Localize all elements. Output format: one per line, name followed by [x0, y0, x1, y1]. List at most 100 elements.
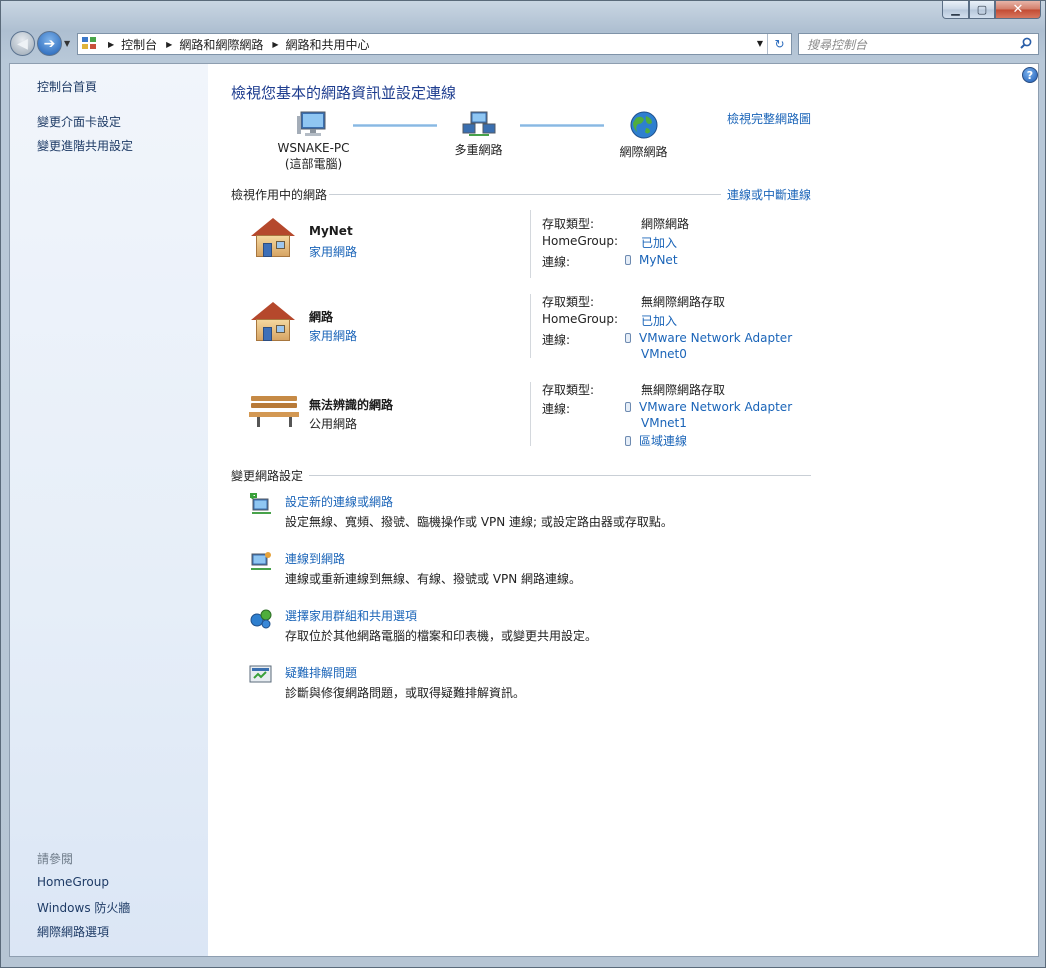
connection-link[interactable]: VMware Network Adapter: [625, 331, 792, 345]
home-network-icon[interactable]: [249, 300, 297, 344]
breadcrumb-label: 控制台: [121, 37, 158, 52]
network-icon: [462, 111, 495, 136]
divider: [530, 210, 531, 278]
troubleshoot-icon[interactable]: [249, 664, 273, 686]
search-input[interactable]: 搜尋控制台: [798, 33, 1039, 55]
internet-label: 網際網路: [619, 145, 668, 159]
local-area-connection-link[interactable]: 區域連線: [625, 432, 687, 449]
see-also-windows-firewall[interactable]: Windows 防火牆: [37, 899, 130, 916]
left-pane: 控制台首頁 變更介面卡設定 變更進階共用設定 請參閱 HomeGroup Win…: [10, 64, 208, 956]
network-mynet: MyNet 家用網路 存取類型: 網際網路 HomeGroup: 已加入 連線:…: [231, 210, 811, 290]
pc-name: WSNAKE-PC: [277, 141, 350, 155]
new-connection-icon[interactable]: [249, 493, 273, 515]
sidebar-item-change-advanced-sharing[interactable]: 變更進階共用設定: [37, 137, 133, 154]
maximize-icon: ▢: [976, 3, 988, 16]
task-description: 存取位於其他網路電腦的檔案和印表機，或變更共用設定。: [285, 629, 598, 643]
homegroup-link[interactable]: 已加入: [641, 234, 677, 251]
minimize-button[interactable]: ▁: [942, 1, 969, 19]
map-node-this-pc: WSNAKE-PC (這部電腦): [276, 110, 351, 172]
refresh-button[interactable]: ↻: [767, 34, 791, 54]
divider: [530, 382, 531, 446]
maximize-button[interactable]: ▢: [969, 1, 995, 19]
network-unidentified: 無法辨識的網路 公用網路 存取類型: 無網際網路存取 連線: VMware Ne…: [231, 376, 811, 466]
connection-label: 連線:: [542, 402, 571, 416]
forward-button[interactable]: ➔: [37, 31, 62, 56]
connection-icon: [625, 255, 631, 265]
change-settings-header: 變更網路設定: [231, 467, 811, 484]
connection-name-line2[interactable]: VMnet0: [641, 347, 687, 361]
section-title: 變更網路設定: [231, 469, 304, 483]
connection-icon: [625, 402, 631, 412]
see-also-homegroup[interactable]: HomeGroup: [37, 875, 109, 889]
connection-name-line2[interactable]: VMnet1: [641, 416, 687, 430]
search-icon[interactable]: [1020, 37, 1032, 49]
task-link[interactable]: 設定新的連線或網路: [285, 493, 393, 510]
breadcrumb-label: 網路和網際網路: [179, 37, 264, 52]
map-link-line: [353, 124, 437, 127]
task-link[interactable]: 選擇家用群組和共用選項: [285, 607, 417, 624]
home-network-icon[interactable]: [249, 216, 297, 260]
breadcrumb-separator-icon[interactable]: ▶: [108, 40, 114, 49]
network-name: MyNet: [309, 224, 353, 238]
connection-name: VMware Network Adapter: [639, 331, 793, 345]
connection-label: 連線:: [542, 333, 571, 347]
see-also-heading: 請參閱: [37, 852, 74, 866]
connect-disconnect-link[interactable]: 連線或中斷連線: [727, 186, 811, 203]
caption-buttons: ▁ ▢ ✕: [942, 1, 1041, 19]
divider: [309, 475, 811, 476]
connect-network-icon[interactable]: [249, 550, 273, 572]
connection-name: VMware Network Adapter: [639, 400, 793, 414]
task-description: 連線或重新連線到無線、有線、撥號或 VPN 網路連線。: [285, 572, 582, 586]
task-link[interactable]: 連線到網路: [285, 550, 345, 567]
homegroup-icon[interactable]: [249, 607, 273, 629]
access-type-label: 存取類型:: [542, 295, 595, 309]
homegroup-link[interactable]: 已加入: [641, 312, 677, 329]
close-icon: ✕: [1012, 2, 1024, 17]
access-type-label: 存取類型:: [542, 383, 595, 397]
map-node-internet[interactable]: 網際網路: [611, 110, 676, 160]
back-button[interactable]: ◀: [10, 31, 35, 56]
network-label: 多重網路: [454, 143, 503, 157]
breadcrumb-network-sharing-center[interactable]: 網路和共用中心: [286, 36, 370, 53]
recent-pages-dropdown-icon[interactable]: ▼: [64, 39, 70, 48]
task-description: 設定無線、寬頻、撥號、臨機操作或 VPN 連線; 或設定路由器或存取點。: [285, 515, 673, 529]
connection-link[interactable]: VMware Network Adapter: [625, 400, 792, 414]
access-type-value: 無網際網路存取: [641, 295, 726, 309]
access-type-label: 存取類型:: [542, 217, 595, 231]
title-bar: ▁ ▢ ✕: [1, 1, 1045, 23]
view-full-map-link[interactable]: 檢視完整網路圖: [727, 110, 811, 127]
close-button[interactable]: ✕: [995, 1, 1041, 19]
connection-link[interactable]: MyNet: [625, 253, 678, 267]
globe-icon: [630, 111, 657, 139]
network-name: 網路: [309, 310, 334, 324]
homegroup-label: HomeGroup:: [542, 234, 619, 248]
network-network: 網路 家用網路 存取類型: 無網際網路存取 HomeGroup: 已加入 連線:…: [231, 288, 811, 368]
page-title: 檢視您基本的網路資訊並設定連線: [231, 84, 457, 102]
breadcrumb-label: 網路和共用中心: [285, 37, 370, 52]
computer-icon: [296, 111, 325, 136]
network-category-link[interactable]: 家用網路: [309, 243, 357, 260]
task-description: 診斷與修復網路問題，或取得疑難排解資訊。: [285, 686, 526, 700]
navigation-bar: ◀ ➔ ▼ ▶ 控制台 ▶ 網路和網際網路 ▶ 網路和共用中心 ▼ ↻ 搜尋控制台: [1, 29, 1045, 59]
network-name: 無法辨識的網路: [309, 398, 394, 412]
sidebar-item-change-adapter-settings[interactable]: 變更介面卡設定: [37, 113, 121, 130]
network-category-link[interactable]: 家用網路: [309, 327, 357, 344]
address-bar[interactable]: ▶ 控制台 ▶ 網路和網際網路 ▶ 網路和共用中心 ▼ ↻: [77, 33, 792, 55]
see-also-internet-options[interactable]: 網際網路選項: [37, 923, 109, 940]
control-panel-icon: [82, 37, 98, 51]
public-network-bench-icon[interactable]: [249, 388, 299, 428]
divider: [329, 194, 721, 195]
connection-label: 連線:: [542, 255, 571, 269]
breadcrumb-network-internet[interactable]: 網路和網際網路 ▶: [179, 36, 285, 53]
network-category[interactable]: 公用網路: [309, 415, 357, 432]
breadcrumb-separator-icon[interactable]: ▶: [166, 40, 172, 49]
breadcrumb-control-panel[interactable]: 控制台 ▶: [121, 36, 179, 53]
connection-icon: [625, 333, 631, 343]
task-link[interactable]: 疑難排解問題: [285, 664, 357, 681]
back-arrow-icon: ◀: [17, 35, 28, 52]
connection-name: MyNet: [639, 253, 678, 267]
map-node-multiple-networks[interactable]: 多重網路: [446, 110, 511, 158]
breadcrumb-separator-icon[interactable]: ▶: [272, 40, 278, 49]
address-dropdown-icon[interactable]: ▼: [757, 39, 763, 48]
sidebar-item-control-panel-home[interactable]: 控制台首頁: [37, 78, 97, 95]
